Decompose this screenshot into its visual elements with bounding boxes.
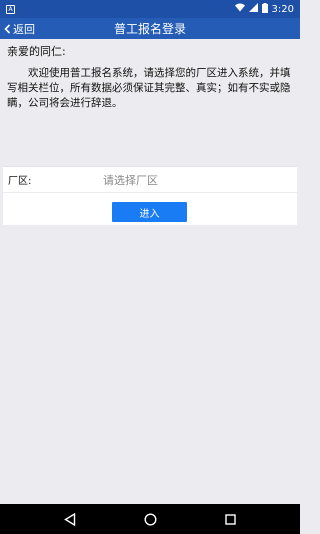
factory-label: 厂区: bbox=[8, 176, 32, 187]
system-navigation-bar bbox=[0, 504, 300, 534]
back-triangle-icon[interactable] bbox=[60, 509, 80, 529]
back-label: 返回 bbox=[13, 22, 35, 36]
battery-icon bbox=[261, 2, 268, 16]
chevron-left-icon bbox=[4, 23, 11, 34]
back-button[interactable]: 返回 bbox=[4, 18, 35, 39]
login-form: 厂区: 请选择厂区 进入 bbox=[3, 166, 297, 225]
wifi-icon bbox=[234, 3, 245, 15]
greeting-text: 亲爱的同仁: bbox=[7, 45, 66, 58]
recents-square-icon[interactable] bbox=[220, 509, 240, 529]
page-title: 普工报名登录 bbox=[113, 22, 186, 36]
notice-text: 欢迎使用普工报名系统，请选择您的厂区进入系统，并填写相关栏位，所有数据必须保证其… bbox=[7, 67, 291, 109]
main-content: 亲爱的同仁: 欢迎使用普工报名系统，请选择您的厂区进入系统，并填写相关栏位，所有… bbox=[0, 39, 300, 504]
factory-row: 厂区: 请选择厂区 bbox=[3, 167, 297, 193]
navigation-bar: 返回 普工报名登录 bbox=[0, 18, 300, 39]
signal-icon bbox=[248, 3, 258, 15]
factory-select[interactable]: 请选择厂区 bbox=[103, 172, 158, 188]
app-notification-icon: A bbox=[6, 4, 15, 14]
status-time: 3:20 bbox=[271, 3, 294, 15]
status-bar: A 3:20 bbox=[0, 0, 300, 18]
enter-button[interactable]: 进入 bbox=[112, 202, 187, 222]
home-circle-icon[interactable] bbox=[140, 509, 160, 529]
